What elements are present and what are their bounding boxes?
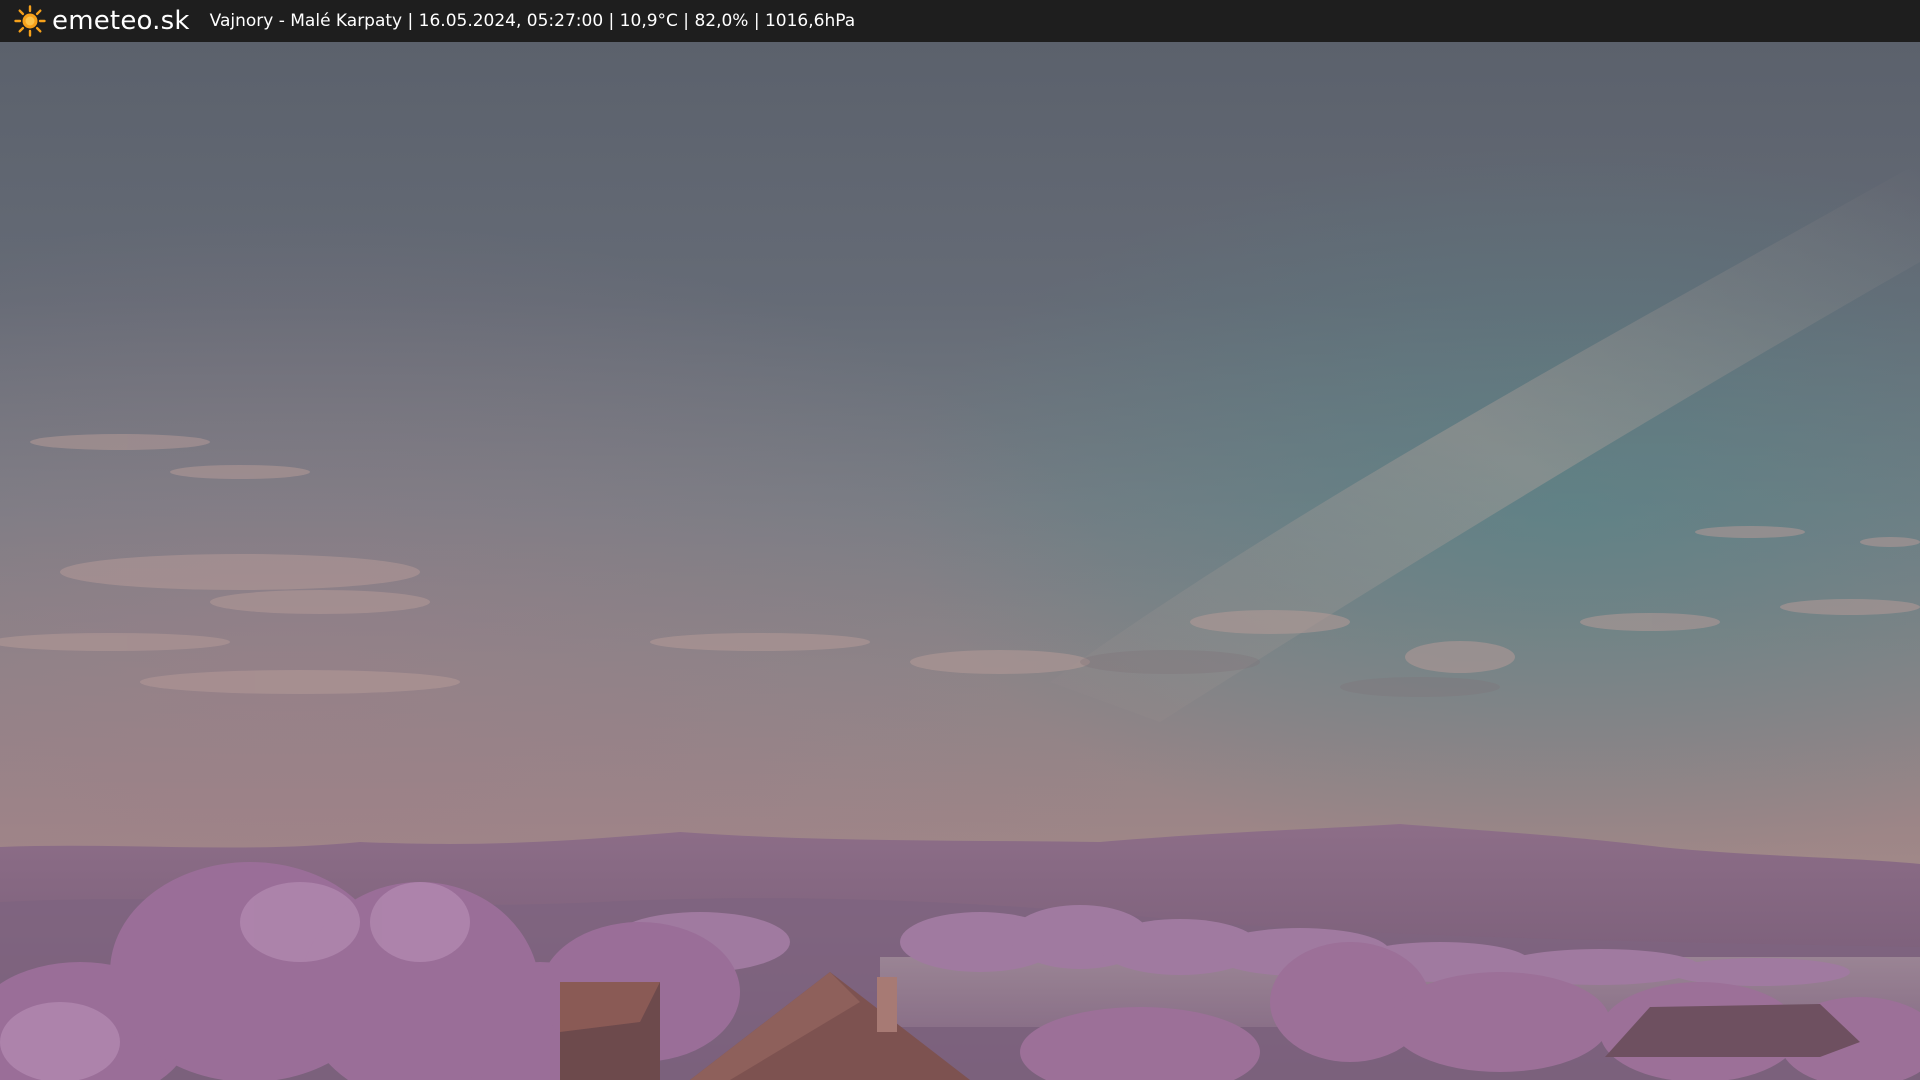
emeteo-logo-link[interactable]: emeteo.sk bbox=[14, 5, 190, 37]
logo-text: emeteo.sk bbox=[52, 6, 190, 36]
webcam-info-text: Vajnory - Malé Karpaty | 16.05.2024, 05:… bbox=[209, 11, 856, 31]
webcam-image bbox=[0, 42, 1920, 1080]
top-bar: emeteo.sk Vajnory - Malé Karpaty | 16.05… bbox=[0, 0, 1920, 42]
sun-icon bbox=[14, 5, 46, 37]
